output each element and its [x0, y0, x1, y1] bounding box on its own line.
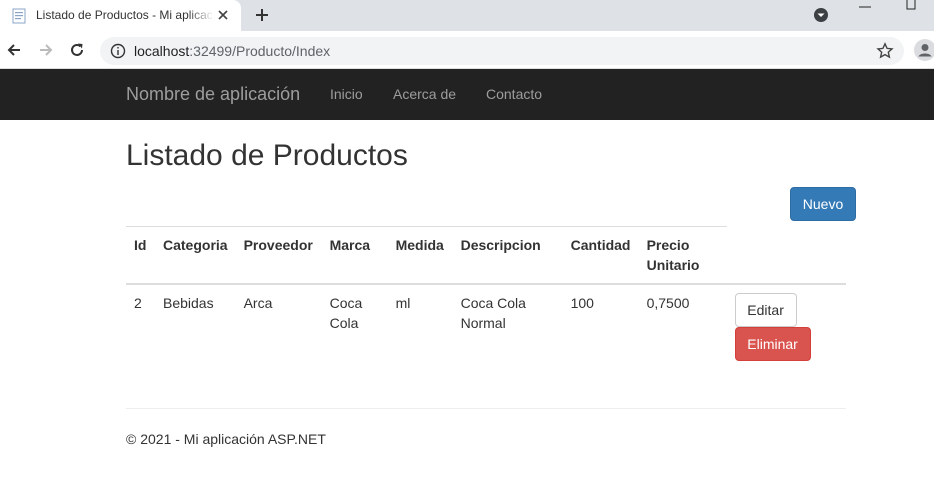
cell-actions: Editar Eliminar — [726, 283, 846, 369]
cell-descripcion: Coca Cola Normal — [452, 283, 563, 369]
header-categoria: Categoria — [155, 226, 236, 285]
cell-id: 2 — [126, 283, 155, 369]
header-actions — [726, 226, 846, 285]
star-icon[interactable] — [876, 42, 894, 60]
page-title: Listado de Productos — [126, 139, 408, 172]
header-marca: Marca — [321, 226, 388, 285]
minimize-icon[interactable] — [858, 3, 872, 11]
forward-arrow-icon[interactable] — [37, 41, 55, 59]
table-header-row: Id Categoria Proveedor Marca Medida Desc… — [126, 226, 846, 285]
nav-link-acerca-de[interactable]: Acerca de — [393, 86, 456, 102]
url-host: localhost — [134, 43, 190, 59]
tab-title: Listado de Productos - Mi aplicación ASP… — [36, 8, 214, 22]
info-icon[interactable] — [110, 43, 126, 59]
account-icon[interactable] — [914, 39, 934, 61]
profile-menu-icon[interactable] — [813, 7, 829, 23]
cell-proveedor: Arca — [235, 283, 322, 369]
nav-link-inicio[interactable]: Inicio — [330, 86, 363, 102]
url-text: localhost:32499/Producto/Index — [134, 43, 330, 59]
maximize-icon[interactable] — [904, 0, 918, 10]
footer-copyright: © 2021 - Mi aplicación ASP.NET — [126, 431, 326, 447]
nav-link-contacto[interactable]: Contacto — [486, 86, 542, 102]
close-icon[interactable] — [216, 8, 230, 22]
header-precio-unitario: Precio Unitario — [638, 226, 727, 285]
navbar-brand[interactable]: Nombre de aplicación — [126, 84, 300, 105]
header-proveedor: Proveedor — [235, 226, 322, 285]
table-row: 2 Bebidas Arca Coca Cola ml Coca Cola No… — [126, 283, 846, 369]
cell-marca: Coca Cola — [321, 283, 388, 369]
cell-cantidad: 100 — [562, 283, 639, 369]
products-table: Id Categoria Proveedor Marca Medida Desc… — [126, 226, 846, 369]
header-medida: Medida — [387, 226, 453, 285]
browser-tab[interactable]: Listado de Productos - Mi aplicación ASP… — [0, 0, 241, 31]
header-descripcion: Descripcion — [452, 226, 563, 285]
new-product-button[interactable]: Nuevo — [790, 187, 856, 221]
url-path: :32499/Producto/Index — [189, 43, 331, 59]
site-navbar: Nombre de aplicación Inicio Acerca de Co… — [0, 69, 934, 120]
header-id: Id — [126, 226, 155, 285]
footer-divider — [126, 408, 846, 409]
back-arrow-icon[interactable] — [5, 41, 23, 59]
address-bar[interactable]: localhost:32499/Producto/Index — [100, 37, 904, 65]
document-favicon-icon — [12, 8, 26, 24]
delete-button[interactable]: Eliminar — [734, 327, 811, 361]
header-cantidad: Cantidad — [562, 226, 639, 285]
browser-tab-strip: Listado de Productos - Mi aplicación ASP… — [0, 0, 934, 31]
reload-icon[interactable] — [68, 41, 86, 59]
cell-medida: ml — [387, 283, 453, 369]
edit-button[interactable]: Editar — [734, 293, 797, 327]
plus-icon[interactable] — [254, 7, 270, 23]
browser-toolbar: localhost:32499/Producto/Index — [0, 31, 934, 69]
cell-categoria: Bebidas — [155, 283, 236, 369]
cell-precio-unitario: 0,7500 — [638, 283, 727, 369]
